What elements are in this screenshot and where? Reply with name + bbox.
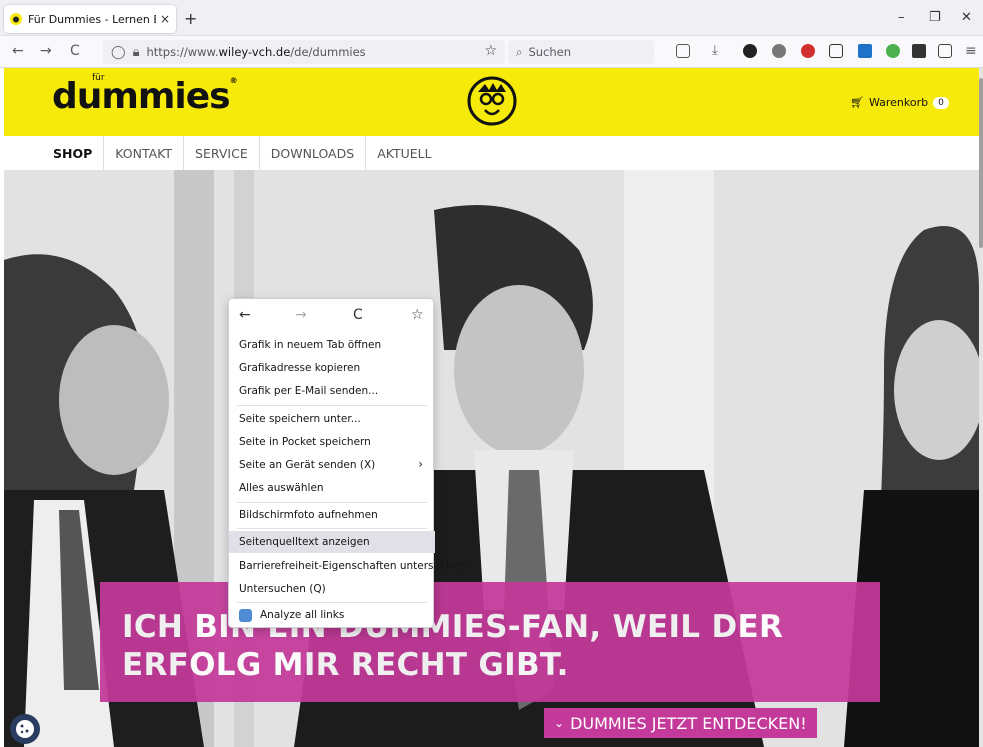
search-bar[interactable]: ⌕ Suchen: [508, 40, 654, 64]
dummies-mascot-icon[interactable]: [467, 76, 517, 126]
pocket-icon[interactable]: [676, 44, 690, 58]
shield-icon[interactable]: ◯: [111, 45, 126, 60]
menu-item-inspect[interactable]: Untersuchen (Q): [229, 578, 435, 600]
chrome-extension-icon[interactable]: [886, 44, 900, 58]
menu-item-email-image[interactable]: Grafik per E-Mail senden...: [229, 380, 435, 402]
context-bookmark-button[interactable]: ☆: [411, 307, 424, 323]
dummies-logo[interactable]: für dummies®: [52, 73, 238, 117]
extension-gear-icon[interactable]: [772, 44, 786, 58]
new-tab-button[interactable]: +: [184, 9, 197, 28]
webpage: für dummies® 🛒︎ Warenkorb 0 SHOP KONTAKT…: [4, 68, 979, 747]
url-prefix: https://www.: [146, 45, 219, 59]
nav-item-kontakt[interactable]: KONTAKT: [104, 136, 185, 170]
cart-label: Warenkorb: [868, 96, 929, 109]
url-host: wiley-vch.de: [218, 45, 291, 59]
context-reload-button[interactable]: C: [353, 307, 363, 323]
minimize-button[interactable]: –: [898, 10, 905, 25]
reload-button[interactable]: C: [70, 43, 80, 59]
menu-item-open-image-new-tab[interactable]: Grafik in neuem Tab öffnen: [229, 334, 435, 356]
chevron-down-icon: ⌄: [554, 716, 565, 730]
hero-image[interactable]: ICH BIN EIN DUMMIES-FAN, WEIL DER ERFOLG…: [4, 170, 979, 747]
context-nav-row: ← → C ☆: [229, 303, 435, 329]
context-back-button[interactable]: ←: [239, 307, 251, 323]
bookmark-star-icon[interactable]: ☆: [484, 43, 497, 59]
site-header: für dummies® 🛒︎ Warenkorb 0: [4, 68, 979, 136]
main-navigation: SHOP KONTAKT SERVICE DOWNLOADS AKTUELL: [4, 136, 979, 170]
close-window-button[interactable]: ✕: [961, 10, 972, 25]
app-menu-icon[interactable]: ≡: [965, 43, 977, 59]
dummies-favicon-icon: [10, 13, 22, 25]
checkbox-extension-icon[interactable]: [829, 44, 843, 58]
menu-item-save-page-as[interactable]: Seite speichern unter...: [229, 408, 435, 430]
cart-icon: 🛒︎: [850, 96, 864, 109]
note-extension-icon[interactable]: [912, 44, 926, 58]
menu-item-select-all[interactable]: Alles auswählen: [229, 477, 435, 499]
search-icon: ⌕: [516, 44, 523, 59]
menu-item-save-to-pocket[interactable]: Seite in Pocket speichern: [229, 431, 435, 453]
menu-separator: [237, 528, 427, 529]
nav-item-shop[interactable]: SHOP: [42, 136, 105, 170]
nav-item-aktuell[interactable]: AKTUELL: [366, 136, 442, 170]
url-bar[interactable]: ◯ 🔒︎ https://www. wiley-vch.de/de/dummies…: [103, 40, 505, 64]
url-path: /de/dummies: [290, 45, 366, 59]
hero-banner: ICH BIN EIN DUMMIES-FAN, WEIL DER ERFOLG…: [100, 582, 880, 702]
cart-count-badge: 0: [933, 96, 949, 109]
context-forward-button[interactable]: →: [295, 307, 307, 323]
navigation-toolbar: ← → C ◯ 🔒︎ https://www. wiley-vch.de/de/d…: [0, 36, 983, 68]
scrollbar-thumb[interactable]: [979, 78, 983, 248]
discover-dummies-button[interactable]: ⌄ DUMMIES JETZT ENTDECKEN!: [544, 708, 817, 738]
downloads-icon[interactable]: ⤓: [712, 43, 718, 58]
tab-close-icon[interactable]: ×: [160, 12, 170, 26]
page-scrollbar[interactable]: [979, 68, 983, 747]
menu-item-view-page-source[interactable]: Seitenquelltext anzeigen: [229, 531, 435, 553]
logo-registered: ®: [229, 76, 238, 85]
menu-separator: [237, 602, 427, 603]
link-analyzer-icon: [239, 608, 252, 622]
grid-extension-icon[interactable]: [858, 44, 872, 58]
hero-headline-line2: ERFOLG MIR RECHT GIBT.: [122, 647, 569, 683]
menu-item-inspect-accessibility[interactable]: Barrierefreiheit-Eigenschaften untersuch…: [229, 555, 466, 577]
nav-item-downloads[interactable]: DOWNLOADS: [260, 136, 367, 170]
cta-label: DUMMIES JETZT ENTDECKEN!: [570, 713, 807, 733]
chevron-right-icon: ›: [418, 457, 423, 471]
tab-active[interactable]: Für Dummies - Lernen Einfach ( ×: [4, 5, 176, 33]
cookie-icon: [16, 720, 34, 738]
menu-item-take-screenshot[interactable]: Bildschirmfoto aufnehmen: [229, 504, 435, 526]
logo-fur: für: [92, 73, 105, 83]
back-button[interactable]: ←: [12, 43, 24, 59]
menu-item-analyze-links[interactable]: Analyze all links: [229, 604, 435, 626]
sidebar-icon[interactable]: [938, 44, 952, 58]
cookie-settings-icon[interactable]: [10, 714, 40, 744]
tab-bar: Für Dummies - Lernen Einfach ( × + – ❐ ✕: [0, 0, 983, 36]
logo-text: dummies: [52, 76, 231, 117]
extension-f-icon[interactable]: [743, 44, 757, 58]
menu-separator: [237, 405, 427, 406]
lock-icon[interactable]: 🔒︎: [133, 45, 140, 60]
cart-button[interactable]: 🛒︎ Warenkorb 0: [850, 96, 949, 109]
search-placeholder: Suchen: [528, 45, 572, 59]
adblock-plus-icon[interactable]: [801, 44, 815, 58]
forward-button[interactable]: →: [40, 43, 52, 59]
menu-item-send-to-device-label: Seite an Gerät senden (X): [239, 459, 376, 471]
menu-separator: [237, 502, 427, 503]
nav-item-service[interactable]: SERVICE: [184, 136, 260, 170]
restore-button[interactable]: ❐: [929, 10, 941, 25]
tab-title: Für Dummies - Lernen Einfach (: [28, 12, 156, 26]
menu-item-copy-image-address[interactable]: Grafikadresse kopieren: [229, 357, 435, 379]
context-menu: ← → C ☆ Grafik in neuem Tab öffnen Grafi…: [228, 298, 466, 628]
menu-item-analyze-links-label: Analyze all links: [260, 609, 345, 621]
menu-item-send-to-device[interactable]: Seite an Gerät senden (X) ›: [229, 454, 435, 476]
